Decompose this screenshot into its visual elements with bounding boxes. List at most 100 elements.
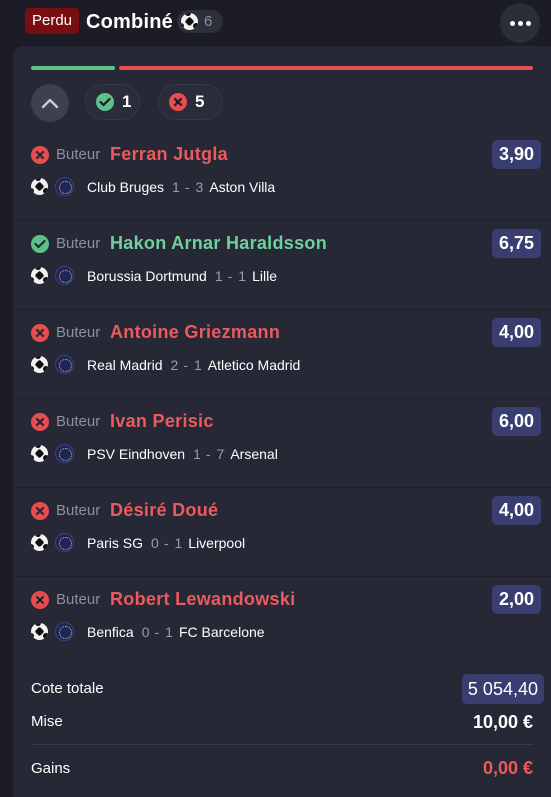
away-team: Atletico Madrid bbox=[207, 356, 301, 373]
home-team: Benfica bbox=[87, 623, 134, 640]
market-label: Buteur bbox=[56, 413, 101, 430]
progress-won-segment bbox=[31, 66, 115, 70]
selection-odds: 2,00 bbox=[491, 585, 541, 614]
soccer-ball-icon bbox=[31, 356, 48, 373]
score-separator: - bbox=[205, 445, 211, 462]
soccer-ball-icon bbox=[31, 534, 48, 551]
soccer-ball-icon bbox=[31, 267, 48, 284]
stake-value: 10,00 € bbox=[472, 712, 533, 732]
market-label: Buteur bbox=[56, 502, 101, 519]
selection-name: Robert Lewandowski bbox=[110, 589, 296, 609]
bet-selection-row[interactable]: Buteur Antoine Griezmann 4,00 Real Madrid 2-… bbox=[13, 310, 551, 399]
home-score: 1 bbox=[172, 178, 180, 195]
won-count-pill[interactable]: 1 bbox=[85, 84, 140, 120]
total-odds-label: Cote totale bbox=[31, 680, 104, 697]
bet-selection-row[interactable]: Buteur Ivan Perisic 6,00 PSV Eindhoven 1-7 Ar… bbox=[13, 399, 551, 488]
check-circle-icon bbox=[96, 93, 114, 111]
winnings-label: Gains bbox=[31, 760, 71, 777]
match-line: Borussia Dortmund 1-1 Lille bbox=[30, 266, 277, 285]
soccer-ball-icon bbox=[31, 623, 48, 640]
score-separator: - bbox=[154, 623, 160, 640]
selection-odds: 4,00 bbox=[491, 496, 541, 525]
match-line: Paris SG 0-1 Liverpool bbox=[30, 533, 245, 552]
selection-odds: 6,75 bbox=[491, 229, 541, 258]
bet-selection-row[interactable]: Buteur Désiré Doué 4,00 Paris SG 0-1 Liverpoo… bbox=[13, 488, 551, 577]
champions-league-icon bbox=[55, 622, 74, 641]
selection-name: Désiré Doué bbox=[110, 500, 219, 520]
lost-count: 5 bbox=[195, 92, 205, 111]
winnings-value: 0,00 € bbox=[482, 758, 533, 778]
totals-divider bbox=[31, 744, 533, 745]
market-label: Buteur bbox=[56, 324, 101, 341]
away-score: 1 bbox=[165, 623, 173, 640]
more-options-button[interactable] bbox=[500, 3, 540, 43]
home-team: Real Madrid bbox=[87, 356, 163, 373]
market-label: Buteur bbox=[56, 235, 101, 252]
result-progress-bar bbox=[31, 66, 533, 70]
score-separator: - bbox=[184, 178, 190, 195]
champions-league-icon bbox=[55, 177, 74, 196]
selection-name: Ferran Jutgla bbox=[110, 144, 228, 164]
cross-circle-icon bbox=[31, 146, 49, 164]
home-team: PSV Eindhoven bbox=[87, 445, 186, 462]
market-label: Buteur bbox=[56, 591, 101, 608]
soccer-ball-icon bbox=[31, 178, 48, 195]
home-team: Borussia Dortmund bbox=[87, 267, 207, 284]
score-separator: - bbox=[227, 267, 233, 284]
progress-lost-segment bbox=[119, 66, 533, 70]
selection-name: Hakon Arnar Haraldsson bbox=[110, 233, 327, 253]
away-score: 3 bbox=[195, 178, 204, 195]
selection-name: Ivan Perisic bbox=[110, 411, 214, 431]
check-circle-icon bbox=[31, 235, 49, 253]
lost-count-pill[interactable]: 5 bbox=[158, 84, 223, 120]
selections-count-chip: 6 bbox=[177, 10, 223, 33]
cross-circle-icon bbox=[169, 93, 187, 111]
soccer-ball-icon bbox=[31, 445, 48, 462]
home-team: Paris SG bbox=[87, 534, 144, 551]
cross-circle-icon bbox=[31, 502, 49, 520]
bet-selection-row[interactable]: Buteur Robert Lewandowski 2,00 Benfica 0-1 FC… bbox=[13, 577, 551, 666]
selection-name: Antoine Griezmann bbox=[110, 322, 281, 342]
champions-league-icon bbox=[55, 266, 74, 285]
more-dots-icon bbox=[509, 20, 515, 26]
selection-odds: 6,00 bbox=[491, 407, 541, 436]
match-line: PSV Eindhoven 1-7 Arsenal bbox=[30, 444, 278, 463]
away-score: 1 bbox=[238, 267, 247, 284]
bet-header: Perdu Combiné 6 bbox=[0, 0, 551, 44]
away-score: 7 bbox=[216, 445, 225, 462]
score-separator: - bbox=[183, 356, 188, 373]
away-team: Arsenal bbox=[230, 445, 278, 462]
cross-circle-icon bbox=[31, 413, 49, 431]
market-label: Buteur bbox=[56, 146, 101, 163]
score-separator: - bbox=[163, 534, 169, 551]
total-odds-value: 5 054,40 bbox=[461, 674, 544, 704]
won-count: 1 bbox=[122, 92, 132, 111]
bet-selection-row[interactable]: Buteur Hakon Arnar Haraldsson 6,75 Borussia… bbox=[13, 221, 551, 310]
home-score: 0 bbox=[141, 623, 150, 640]
champions-league-icon bbox=[55, 355, 74, 374]
champions-league-icon bbox=[55, 444, 74, 463]
chevron-up-icon bbox=[41, 98, 59, 109]
selection-odds: 4,00 bbox=[491, 318, 541, 347]
bet-selection-row[interactable]: Buteur Ferran Jutgla 3,90 Club Bruges 1-3 Ast… bbox=[13, 132, 551, 221]
selections-count: 6 bbox=[204, 13, 213, 30]
champions-league-icon bbox=[55, 533, 74, 552]
bet-title: Combiné bbox=[86, 11, 173, 33]
home-score: 0 bbox=[151, 534, 159, 551]
soccer-ball-icon bbox=[181, 13, 198, 30]
away-team: Aston Villa bbox=[209, 178, 276, 195]
home-score: 2 bbox=[170, 356, 179, 373]
away-team: Lille bbox=[252, 267, 277, 284]
match-line: Real Madrid 2-1 Atletico Madrid bbox=[30, 355, 300, 374]
home-score: 1 bbox=[214, 267, 223, 284]
home-score: 1 bbox=[193, 445, 201, 462]
away-score: 1 bbox=[193, 356, 202, 373]
status-badge: Perdu bbox=[25, 8, 80, 34]
cross-circle-icon bbox=[31, 591, 49, 609]
away-team: Liverpool bbox=[188, 534, 246, 551]
match-line: Club Bruges 1-3 Aston Villa bbox=[30, 177, 275, 196]
home-team: Club Bruges bbox=[87, 178, 165, 195]
away-team: FC Barcelone bbox=[178, 623, 265, 640]
selection-odds: 3,90 bbox=[491, 140, 541, 169]
collapse-button[interactable] bbox=[31, 84, 69, 122]
